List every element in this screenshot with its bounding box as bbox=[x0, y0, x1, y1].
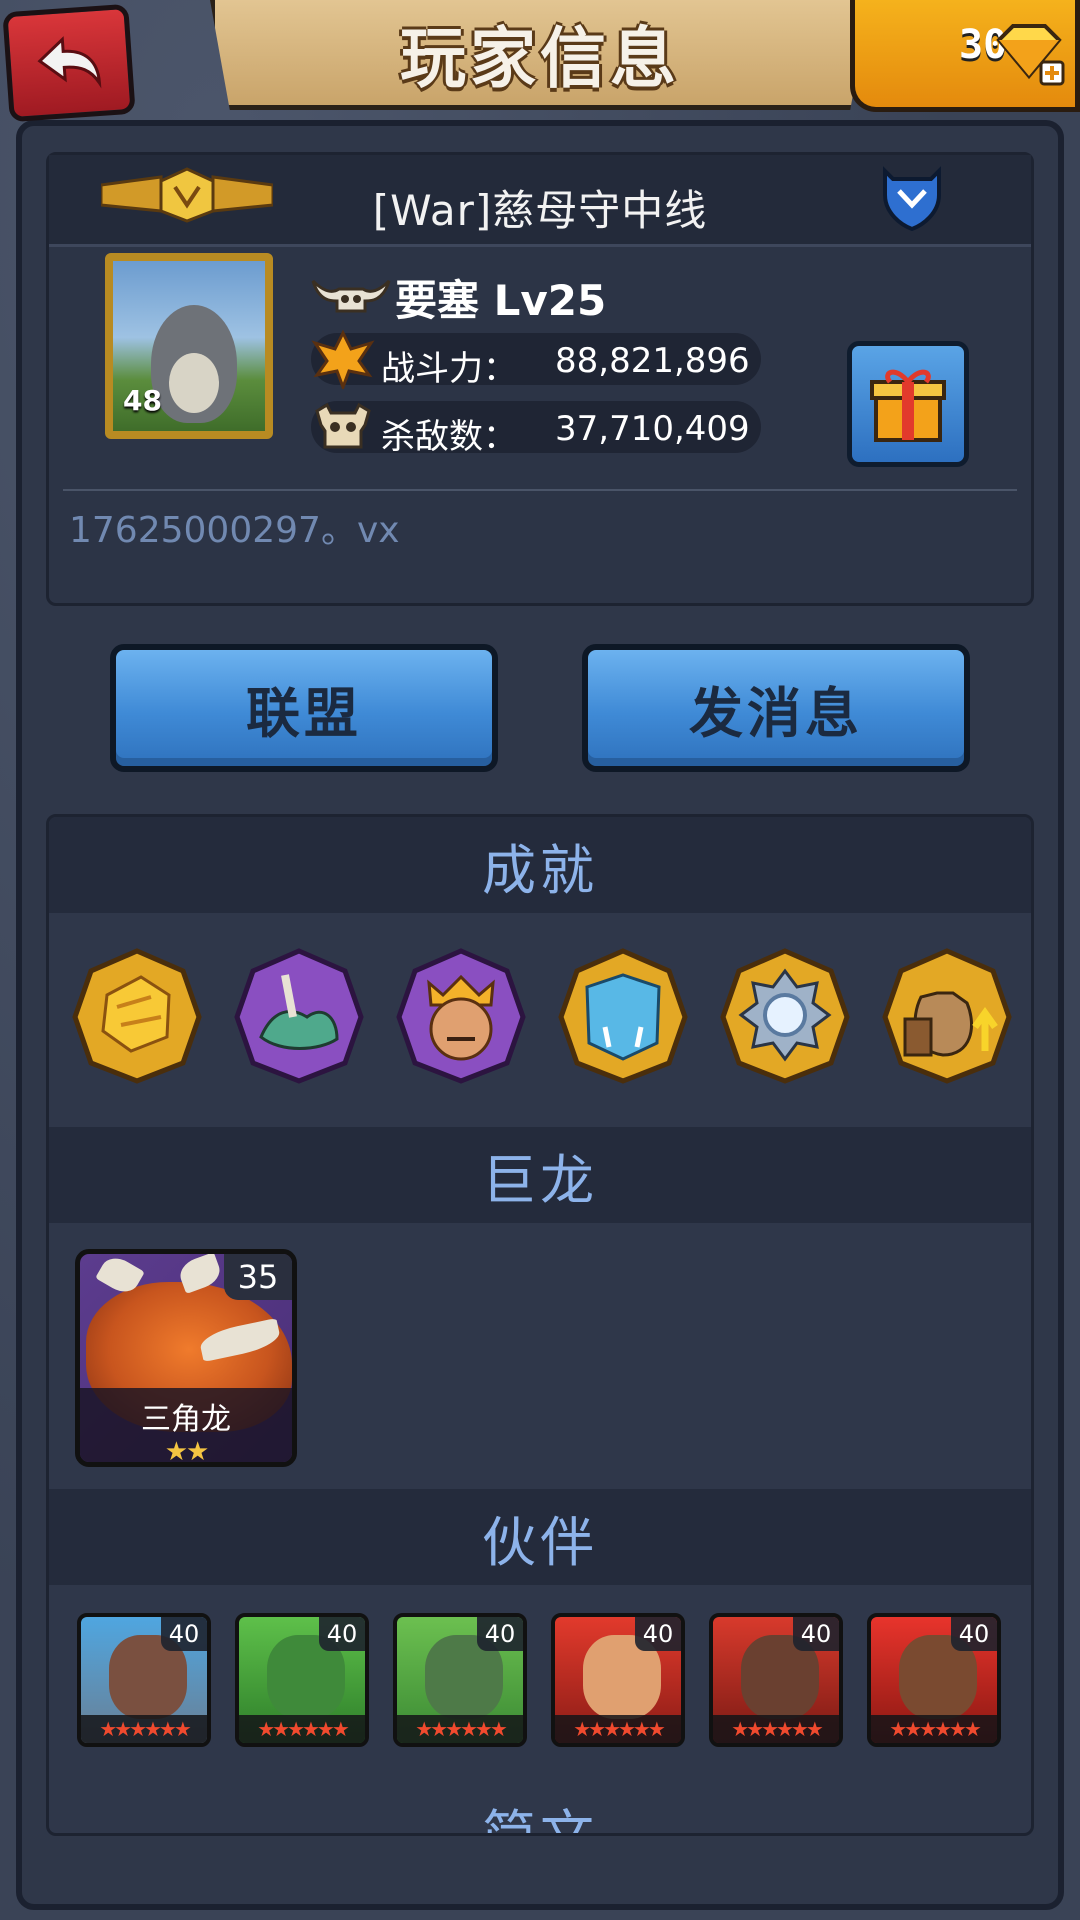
dragon-card[interactable]: 35 三角龙 ★★ bbox=[75, 1249, 297, 1467]
guild-shield-icon[interactable] bbox=[879, 165, 945, 231]
send-message-button[interactable]: 发消息 bbox=[582, 644, 970, 772]
horned-skull-icon bbox=[311, 279, 391, 313]
partner-stars: ★★★★★★ bbox=[713, 1715, 839, 1743]
partner-level: 40 bbox=[477, 1617, 523, 1651]
partner-level: 40 bbox=[793, 1617, 839, 1651]
partner-card-3[interactable]: 40 ★★★★★★ bbox=[393, 1613, 527, 1747]
king-face-achievement-icon[interactable] bbox=[395, 947, 527, 1085]
player-info-panel: [War]慈母守中线 48 要塞 Lv25 战斗力： 88,821,896 杀敌… bbox=[46, 152, 1034, 606]
partner-stars: ★★★★★★ bbox=[81, 1715, 207, 1743]
partner-level: 40 bbox=[635, 1617, 681, 1651]
partner-level: 40 bbox=[319, 1617, 365, 1651]
dragon-stars: ★★ bbox=[164, 1437, 210, 1467]
dragon-level: 35 bbox=[224, 1254, 292, 1300]
partner-level: 40 bbox=[951, 1617, 997, 1651]
title-banner: 玩家信息 bbox=[210, 0, 870, 110]
gift-button[interactable] bbox=[847, 341, 969, 467]
back-arrow-icon bbox=[37, 36, 102, 89]
diamond-plus-icon bbox=[996, 24, 1065, 86]
zombie-hand-achievement-icon[interactable] bbox=[233, 947, 365, 1085]
profile-details-panel: 成就 巨龙 35 三角龙 ★★ 伙伴 40 ★★★★★★ 40 ★★★★★★ 4… bbox=[46, 814, 1034, 1836]
partner-card-4[interactable]: 40 ★★★★★★ bbox=[551, 1613, 685, 1747]
gift-box-icon bbox=[870, 369, 946, 442]
alliance-button-label: 联盟 bbox=[246, 681, 362, 745]
power-value: 88,821,896 bbox=[555, 341, 750, 381]
partner-stars: ★★★★★★ bbox=[397, 1715, 523, 1743]
dragons-title: 巨龙 bbox=[482, 1148, 598, 1212]
totoro-belly bbox=[169, 353, 219, 413]
next-section-header: 简文 bbox=[49, 1787, 1031, 1836]
power-row: 战斗力： 88,821,896 bbox=[311, 329, 761, 389]
partner-card-6[interactable]: 40 ★★★★★★ bbox=[867, 1613, 1001, 1747]
kills-label: 杀敌数： bbox=[381, 417, 517, 457]
dragons-header: 巨龙 bbox=[49, 1127, 1031, 1223]
partner-card-2[interactable]: 40 ★★★★★★ bbox=[235, 1613, 369, 1747]
partner-stars: ★★★★★★ bbox=[555, 1715, 681, 1743]
alliance-button[interactable]: 联盟 bbox=[110, 644, 498, 772]
partner-card-1[interactable]: 40 ★★★★★★ bbox=[77, 1613, 211, 1747]
player-avatar[interactable]: 48 bbox=[105, 253, 273, 439]
name-bar: [War]慈母守中线 bbox=[49, 155, 1031, 247]
divider bbox=[63, 489, 1017, 491]
partner-card-5[interactable]: 40 ★★★★★★ bbox=[709, 1613, 843, 1747]
skull-kills-icon bbox=[315, 402, 371, 449]
partners-header: 伙伴 bbox=[49, 1489, 1031, 1585]
gold-ore-achievement-icon[interactable] bbox=[71, 947, 203, 1085]
achievements-header: 成就 bbox=[49, 817, 1031, 913]
phoenix-power-icon bbox=[311, 329, 375, 389]
back-button[interactable] bbox=[2, 3, 136, 123]
partners-title: 伙伴 bbox=[482, 1510, 598, 1574]
partner-level: 40 bbox=[161, 1617, 207, 1651]
avatar-level: 48 bbox=[123, 384, 162, 417]
dragon-name-bar: 三角龙 ★★ bbox=[80, 1388, 292, 1462]
dragon-name: 三角龙 bbox=[141, 1402, 231, 1437]
kills-row: 杀敌数： 37,710,409 bbox=[311, 401, 761, 457]
page-title: 玩家信息 bbox=[400, 19, 680, 97]
send-message-button-label: 发消息 bbox=[689, 681, 863, 745]
achievements-title: 成就 bbox=[482, 838, 598, 902]
power-label: 战斗力： bbox=[381, 349, 517, 389]
gem-counter[interactable]: 30 bbox=[850, 0, 1080, 112]
player-bio: 17625000297。vx bbox=[69, 510, 400, 551]
gear-achievement-icon[interactable] bbox=[719, 947, 851, 1085]
ice-beast-achievement-icon[interactable] bbox=[557, 947, 689, 1085]
next-section-title: 简文 bbox=[482, 1804, 598, 1836]
kills-value: 37,710,409 bbox=[555, 409, 750, 449]
partner-stars: ★★★★★★ bbox=[871, 1715, 997, 1743]
fortress-level: 要塞 Lv25 bbox=[395, 276, 607, 325]
partner-stars: ★★★★★★ bbox=[239, 1715, 365, 1743]
money-bag-achievement-icon[interactable] bbox=[881, 947, 1013, 1085]
